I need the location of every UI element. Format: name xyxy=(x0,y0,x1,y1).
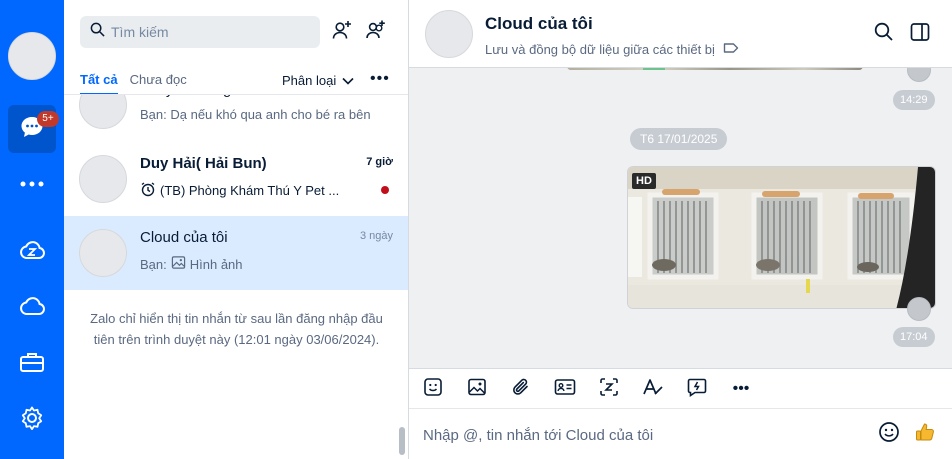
composer xyxy=(409,409,952,459)
chat-subtitle-text: Lưu và đồng bộ dữ liệu giữa các thiết bị xyxy=(485,42,715,57)
briefcase-icon xyxy=(19,350,45,379)
nav-more[interactable] xyxy=(8,160,56,208)
quick-like-button[interactable] xyxy=(912,422,938,448)
add-friend-button[interactable] xyxy=(330,20,354,44)
send-contact-card-button[interactable] xyxy=(553,377,577,401)
tab-all[interactable]: Tất cả xyxy=(80,72,118,95)
image-message[interactable]: HD xyxy=(627,166,936,309)
nav-cloud[interactable] xyxy=(8,284,56,332)
conversation-avatar xyxy=(79,155,127,203)
search-input[interactable] xyxy=(111,24,311,40)
conversation-avatar xyxy=(79,229,127,277)
message-time: 14:29 xyxy=(893,90,935,110)
chevron-down-icon xyxy=(342,73,354,88)
preview-text: Hình ảnh xyxy=(189,256,243,272)
thumbs-up-icon xyxy=(914,421,936,449)
unread-dot xyxy=(381,186,389,194)
conversation-preview: (TB) Phòng Khám Thú Y Pet ... xyxy=(140,181,339,200)
message-time: 17:04 xyxy=(893,327,935,347)
login-notice: Zalo chỉ hiển thị tin nhắn từ sau lần đă… xyxy=(90,311,383,347)
sticker-icon xyxy=(423,377,443,402)
preview-sender: Bạn: xyxy=(140,256,167,272)
conversation-time: 7 giờ xyxy=(366,156,393,168)
search-icon xyxy=(90,22,105,42)
add-user-icon xyxy=(331,19,353,46)
text-format-button[interactable] xyxy=(641,377,665,401)
quick-message-button[interactable] xyxy=(685,377,709,401)
text-format-icon xyxy=(642,377,664,402)
user-avatar[interactable] xyxy=(8,32,56,80)
more-icon xyxy=(18,175,46,193)
flash-message-icon xyxy=(687,377,707,402)
conversation-preview: Bạn: Dạ nếu khó qua anh cho bé ra bên xyxy=(140,107,371,122)
send-image-button[interactable] xyxy=(465,377,489,401)
tag-icon[interactable] xyxy=(723,42,739,57)
screenshot-z-icon xyxy=(599,377,619,402)
conversation-item-cloud[interactable]: Cloud của tôi 3 ngày Bạn: Hình ảnh xyxy=(64,216,408,290)
date-separator: T6 17/01/2025 xyxy=(630,128,728,150)
toolbar-more-label: ••• xyxy=(732,380,750,397)
conversation-item[interactable]: Duy Hải( Hải Bun) 7 giờ (TB) Phòng Khám … xyxy=(64,142,408,216)
toggle-info-panel-button[interactable] xyxy=(908,22,932,46)
conversation-list-panel: Tất cả Chưa đọc Phân loại ••• Thủy Thươn… xyxy=(64,0,409,459)
chat-avatar[interactable] xyxy=(425,10,473,58)
create-group-button[interactable] xyxy=(364,20,388,44)
conversation-name: Duy Hải( Hải Bun) xyxy=(140,155,267,172)
chat-title: Cloud của tôi xyxy=(485,14,593,33)
conversation-preview: Bạn: Hình ảnh xyxy=(140,255,243,273)
kennel-photo xyxy=(628,167,935,308)
search-icon xyxy=(874,22,894,47)
list-more-button[interactable]: ••• xyxy=(370,70,390,88)
nav-settings[interactable] xyxy=(8,396,56,444)
conversation-name: Cloud của tôi xyxy=(140,229,228,246)
classify-label: Phân loại xyxy=(282,73,337,88)
list-scrollbar[interactable] xyxy=(399,427,405,455)
nav-zcloud[interactable] xyxy=(8,228,56,276)
classify-dropdown[interactable]: Phân loại xyxy=(282,73,354,88)
screenshot-button[interactable] xyxy=(597,377,621,401)
filter-tabs: Tất cả Chưa đọc xyxy=(80,72,187,95)
image-icon xyxy=(171,255,186,273)
composer-toolbar: ••• xyxy=(409,368,952,409)
search-in-chat-button[interactable] xyxy=(872,22,896,46)
search-box[interactable] xyxy=(80,16,320,48)
attach-file-button[interactable] xyxy=(509,377,533,401)
nav-rail: 5+ xyxy=(0,0,64,459)
message-avatar xyxy=(907,297,931,321)
nav-messages[interactable]: 5+ xyxy=(8,105,59,153)
smiley-icon xyxy=(878,421,900,449)
toolbar-more-button[interactable]: ••• xyxy=(729,377,753,401)
add-group-icon xyxy=(365,19,387,46)
nav-toolbox[interactable] xyxy=(8,340,56,388)
sidebar-panel-icon xyxy=(910,22,930,47)
sticker-button[interactable] xyxy=(421,377,445,401)
cloud-z-icon xyxy=(18,238,46,267)
tabs-divider xyxy=(64,94,408,95)
image-icon xyxy=(467,377,487,402)
chat-header: Cloud của tôi Lưu và đồng bộ dữ liệu giữ… xyxy=(409,0,952,68)
chat-subtitle: Lưu và đồng bộ dữ liệu giữa các thiết bị xyxy=(485,42,739,57)
emoji-button[interactable] xyxy=(876,422,902,448)
paperclip-icon xyxy=(511,377,531,402)
cloud-icon xyxy=(18,294,46,323)
preview-text: (TB) Phòng Khám Thú Y Pet ... xyxy=(160,183,340,198)
hd-badge: HD xyxy=(632,173,656,189)
preview-text: Bạn: Dạ nếu khó qua anh cho bé ra bên xyxy=(140,107,371,122)
contact-card-icon xyxy=(554,377,576,402)
message-input[interactable] xyxy=(423,423,863,447)
unread-badge: 5+ xyxy=(37,111,59,127)
chat-panel: 14:29 T6 17/01/2025 HD 17:04 Cloud của t… xyxy=(409,0,952,459)
conversation-time: 3 ngày xyxy=(359,230,393,242)
tab-unread[interactable]: Chưa đọc xyxy=(130,72,187,95)
settings-icon xyxy=(19,405,45,436)
alarm-clock-icon xyxy=(140,181,156,200)
